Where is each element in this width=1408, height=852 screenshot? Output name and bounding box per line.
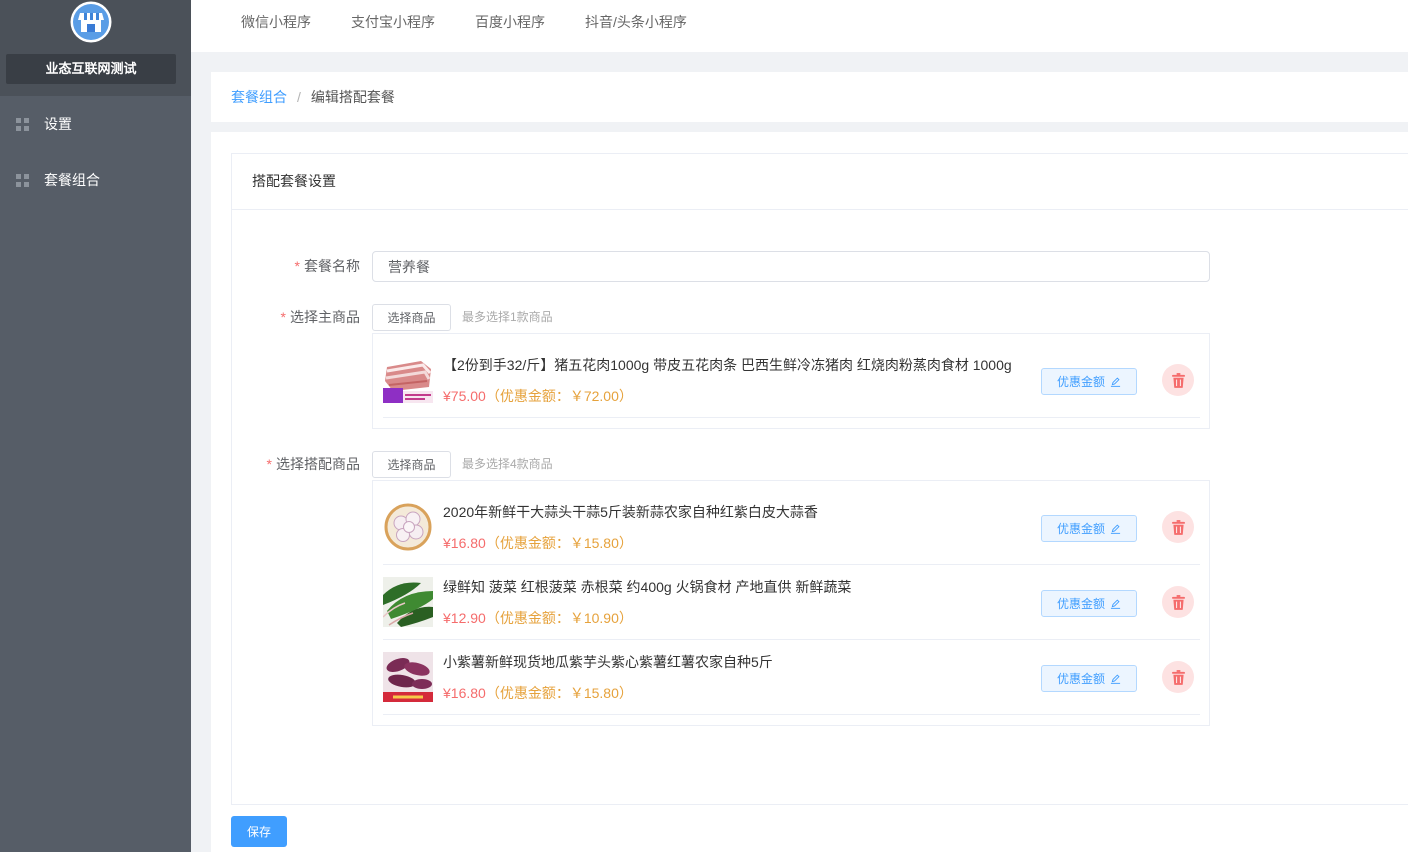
product-discount: （优惠金额：￥15.80） [485,685,633,701]
combo-product-label: * 选择搭配商品 [232,451,360,478]
main-product-hint: 最多选择1款商品 [462,310,553,324]
spinach-image [383,577,433,627]
product-title: 2020年新鲜干大蒜头干蒜5斤装新蒜农家自种红紫白皮大蒜香 [443,504,818,520]
pencil-icon [1110,377,1121,387]
main-product-label-text: 选择主商品 [290,309,360,325]
sidebar-header: 业态互联网测试 [0,0,191,96]
discount-amount-button[interactable]: 优惠金额 [1041,665,1137,692]
product-price: ¥16.80 [443,685,486,701]
product-price-line: ¥12.90（优惠金额：￥10.90） [443,608,633,628]
discount-amount-button[interactable]: 优惠金额 [1041,515,1137,542]
sidebar-item-settings[interactable]: 设置 [0,96,191,152]
discount-button-label: 优惠金额 [1056,375,1105,389]
trash-icon [1171,669,1185,685]
required-mark: * [266,456,272,472]
main-product-list: 【2份到手32/斤】猪五花肉1000g 带皮五花肉条 巴西生鲜冷冻猪肉 红烧肉粉… [372,333,1210,429]
pencil-icon [1110,599,1121,609]
discount-button-label: 优惠金额 [1056,597,1105,611]
product-discount: （优惠金额：￥72.00） [485,388,633,404]
delete-product-button[interactable] [1162,511,1194,543]
grid-icon [16,117,29,131]
product-price-line: ¥75.00（优惠金额：￥72.00） [443,386,633,406]
name-label-text: 套餐名称 [304,258,360,274]
product-price-line: ¥16.80（优惠金额：￥15.80） [443,533,633,553]
combo-settings-card: 搭配套餐设置 *套餐名称 *选择主商品 选择商品 最多选择1款商品 [231,153,1408,805]
product-discount: （优惠金额：￥15.80） [485,535,633,551]
select-main-product-button[interactable]: 选择商品 [372,304,451,331]
product-item: 【2份到手32/斤】猪五花肉1000g 带皮五花肉条 巴西生鲜冷冻猪肉 红烧肉粉… [383,343,1200,418]
breadcrumb-parent-link[interactable]: 套餐组合 [231,87,287,107]
main-product-label: * 选择主商品 [232,304,360,331]
sidebar: 业态互联网测试 设置 套餐组合 [0,0,191,852]
product-title: 小紫薯新鲜现货地瓜紫芋头紫心紫薯红薯农家自种5斤 [443,654,773,670]
breadcrumb-current: 编辑搭配套餐 [310,89,395,105]
sidebar-item-label: 套餐组合 [44,172,100,188]
trash-icon [1171,594,1185,610]
card-title: 搭配套餐设置 [232,154,1408,210]
combo-product-list: 2020年新鲜干大蒜头干蒜5斤装新蒜农家自种红紫白皮大蒜香 ¥16.80（优惠金… [372,480,1210,726]
brand-name: 业态互联网测试 [6,54,176,84]
garlic-image [383,502,433,552]
sidebar-item-label: 设置 [44,116,72,132]
product-price: ¥16.80 [443,535,486,551]
trash-icon [1171,372,1185,388]
combo-name-input[interactable] [372,251,1210,282]
discount-button-label: 优惠金额 [1056,672,1105,686]
trash-icon [1171,519,1185,535]
discount-amount-button[interactable]: 优惠金额 [1041,590,1137,617]
tab-alipay[interactable]: 支付宝小程序 [331,0,455,44]
tab-douyin[interactable]: 抖音/头条小程序 [565,0,707,44]
tab-baidu[interactable]: 百度小程序 [455,0,565,44]
top-nav: 微信小程序 支付宝小程序 百度小程序 抖音/头条小程序 [191,0,1408,52]
sidebar-item-combo[interactable]: 套餐组合 [0,152,191,208]
breadcrumb-separator: / [297,89,301,105]
save-button[interactable]: 保存 [231,816,287,847]
combo-product-hint: 最多选择4款商品 [462,457,553,471]
product-price: ¥75.00 [443,388,486,404]
required-mark: * [294,258,300,274]
name-label: * 套餐名称 [232,251,360,282]
pork-image [383,355,433,405]
product-item: 绿鲜知 菠菜 红根菠菜 赤根菜 约400g 火锅食材 产地直供 新鲜蔬菜 ¥12… [383,565,1200,640]
product-item: 小紫薯新鲜现货地瓜紫芋头紫心紫薯红薯农家自种5斤 ¥16.80（优惠金额：￥15… [383,640,1200,715]
store-icon [70,1,112,43]
breadcrumb: 套餐组合 / 编辑搭配套餐 [211,72,1408,122]
delete-product-button[interactable] [1162,364,1194,396]
product-price: ¥12.90 [443,610,486,626]
sweet-potato-image [383,652,433,702]
combo-product-label-text: 选择搭配商品 [276,456,360,472]
delete-product-button[interactable] [1162,586,1194,618]
select-combo-product-button[interactable]: 选择商品 [372,451,451,478]
pencil-icon [1110,524,1121,534]
product-title: 【2份到手32/斤】猪五花肉1000g 带皮五花肉条 巴西生鲜冷冻猪肉 红烧肉粉… [443,357,1012,373]
product-title: 绿鲜知 菠菜 红根菠菜 赤根菜 约400g 火锅食材 产地直供 新鲜蔬菜 [443,579,852,595]
discount-button-label: 优惠金额 [1056,522,1105,536]
product-item: 2020年新鲜干大蒜头干蒜5斤装新蒜农家自种红紫白皮大蒜香 ¥16.80（优惠金… [383,490,1200,565]
discount-amount-button[interactable]: 优惠金额 [1041,368,1137,395]
delete-product-button[interactable] [1162,661,1194,693]
product-price-line: ¥16.80（优惠金额：￥15.80） [443,683,633,703]
grid-icon [16,173,29,187]
product-discount: （优惠金额：￥10.90） [485,610,633,626]
pencil-icon [1110,674,1121,684]
required-mark: * [280,309,286,325]
tab-wechat[interactable]: 微信小程序 [221,0,331,44]
